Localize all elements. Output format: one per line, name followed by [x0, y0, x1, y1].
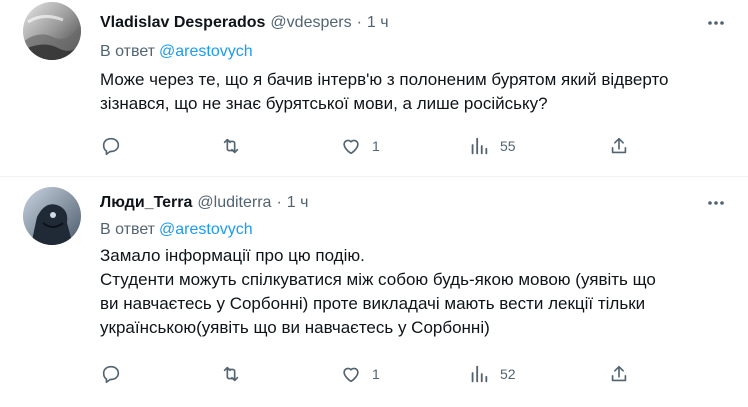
view-count: 55	[500, 138, 516, 154]
like-count: 1	[372, 366, 380, 382]
avatar-image	[23, 2, 81, 60]
heart-icon	[343, 139, 359, 155]
tweet[interactable]: Vladislav Desperados @vdespers · 1 ч В о…	[0, 0, 748, 177]
reply-prefix: В ответ	[100, 43, 156, 60]
reply-button[interactable]	[100, 135, 132, 157]
tweet-text-line: зізнався, що не знає бурятської мови, а …	[100, 94, 548, 113]
views-button[interactable]: 52	[468, 363, 516, 385]
retweet-icon	[223, 138, 239, 154]
timestamp[interactable]: 1 ч	[287, 194, 309, 212]
tweet-text-line: ви навчаєтесь у Сорбонні) проте викладач…	[100, 294, 646, 313]
like-button[interactable]: 1	[340, 363, 380, 385]
tweet-text-line: Замало інформації про цю подію.	[100, 246, 365, 265]
display-name[interactable]: Люди_Terra	[100, 194, 192, 212]
retweet-button[interactable]	[220, 363, 252, 385]
more-horizontal-icon	[708, 21, 724, 25]
like-button[interactable]: 1	[340, 135, 380, 157]
reply-mention-link[interactable]: @arestovych	[159, 221, 253, 238]
reply-mention-link[interactable]: @arestovych	[159, 43, 253, 60]
reply-context: В ответ @arestovych	[100, 43, 253, 61]
heart-icon	[343, 367, 359, 383]
action-bar: 1 52	[100, 363, 640, 385]
timestamp[interactable]: 1 ч	[367, 14, 389, 32]
avatar[interactable]	[23, 187, 81, 245]
user-handle[interactable]: @luditerra	[197, 194, 271, 212]
separator-dot: ·	[276, 194, 282, 211]
views-button[interactable]: 55	[468, 135, 516, 157]
more-horizontal-icon	[708, 201, 724, 205]
reply-context: В ответ @arestovych	[100, 221, 253, 239]
tweet-text: Замало інформації про цю подію. Студенти…	[100, 244, 725, 340]
more-options-button[interactable]	[706, 193, 726, 213]
user-handle[interactable]: @vdespers	[270, 14, 351, 32]
views-icon	[471, 365, 488, 383]
share-icon	[611, 365, 627, 382]
share-icon	[611, 137, 627, 154]
share-button[interactable]	[608, 363, 630, 385]
views-icon	[471, 137, 488, 155]
tweet-text-line: Може через те, що я бачив інтерв'ю з пол…	[100, 70, 669, 89]
avatar-image	[23, 187, 81, 245]
tweet-text: Може через те, що я бачив інтерв'ю з пол…	[100, 68, 725, 116]
like-count: 1	[372, 138, 380, 154]
view-count: 52	[500, 366, 516, 382]
tweet-text-line: українською(уявіть що ви навчаєтесь у Со…	[100, 318, 490, 337]
reply-prefix: В ответ	[100, 221, 156, 238]
retweet-icon	[223, 366, 239, 382]
avatar[interactable]	[23, 2, 81, 60]
tweet-header: Vladislav Desperados @vdespers · 1 ч	[100, 14, 389, 32]
separator-dot: ·	[356, 14, 362, 31]
share-button[interactable]	[608, 135, 630, 157]
tweet[interactable]: Люди_Terra @luditerra · 1 ч В ответ @ares…	[0, 177, 748, 407]
tweet-text-line: Студенти можуть спілкуватися між собою б…	[100, 270, 656, 289]
more-options-button[interactable]	[706, 13, 726, 33]
retweet-button[interactable]	[220, 135, 252, 157]
action-bar: 1 55	[100, 135, 640, 157]
reply-icon	[102, 365, 120, 384]
display-name[interactable]: Vladislav Desperados	[100, 14, 265, 32]
reply-button[interactable]	[100, 363, 132, 385]
reply-icon	[102, 137, 120, 156]
tweet-header: Люди_Terra @luditerra · 1 ч	[100, 194, 308, 212]
